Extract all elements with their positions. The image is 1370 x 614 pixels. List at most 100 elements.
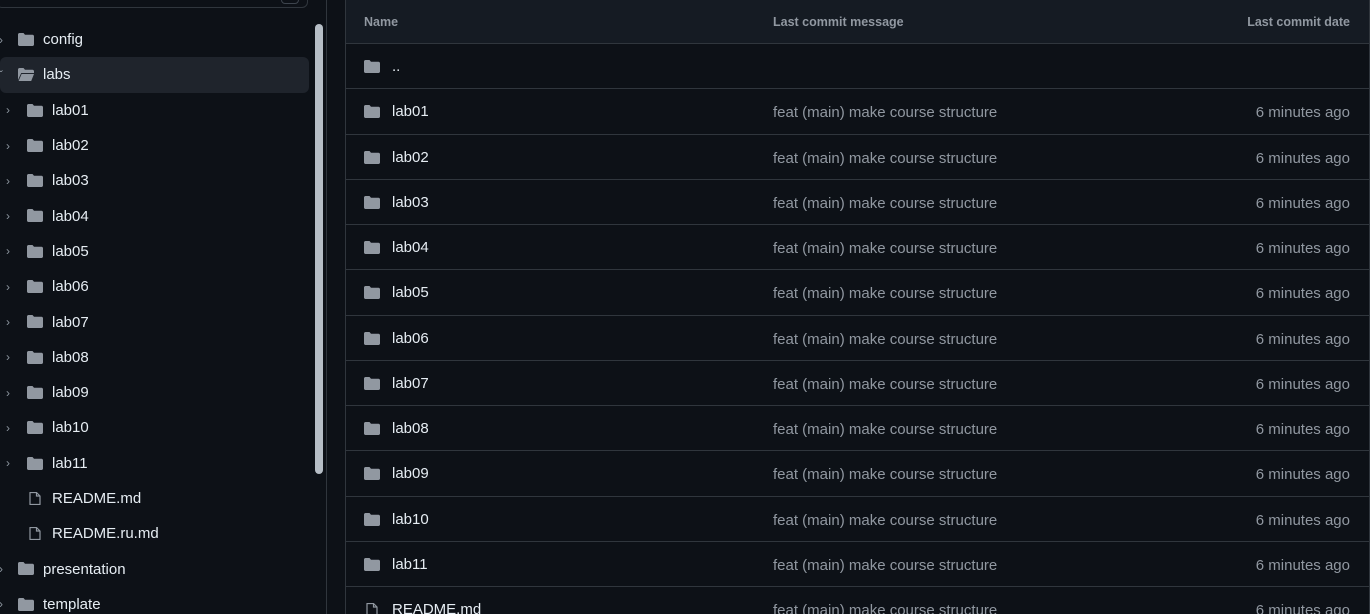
tree-item-lab07[interactable]: › lab07	[0, 304, 310, 339]
file-name-link[interactable]: lab05	[392, 284, 429, 301]
folder-icon	[27, 385, 43, 399]
file-icon	[29, 491, 41, 505]
tree-item-label: lab02	[52, 137, 89, 155]
table-row[interactable]: lab09 feat (main) make course structure 6 …	[346, 451, 1369, 497]
tree-item-readme-ru-md[interactable]: README.ru.md	[0, 516, 310, 551]
chevron-right-icon[interactable]: ›	[3, 457, 13, 469]
tree-item-labs[interactable]: ˇ labs	[0, 57, 309, 93]
tree-item-presentation[interactable]: › presentation	[0, 551, 310, 586]
commit-date: 6 minutes ago	[1255, 330, 1350, 348]
file-name-link[interactable]: lab07	[392, 375, 429, 392]
tree-item-label: lab07	[52, 313, 89, 331]
commit-message-link[interactable]: feat (main) make course structure	[773, 104, 997, 121]
commit-message-link[interactable]: feat (main) make course structure	[773, 195, 997, 212]
file-name-link[interactable]: lab03	[392, 194, 429, 211]
file-icon	[29, 527, 41, 541]
folder-icon	[27, 244, 43, 258]
commit-message-link[interactable]: feat (main) make course structure	[773, 421, 997, 438]
tree-item-label: presentation	[43, 560, 126, 578]
file-icon	[366, 603, 378, 614]
tree-item-lab11[interactable]: › lab11	[0, 446, 310, 481]
chevron-right-icon[interactable]: ›	[3, 387, 13, 399]
tree-item-label: lab11	[52, 454, 88, 472]
file-name-link[interactable]: lab11	[392, 556, 428, 573]
tree-item-lab10[interactable]: › lab10	[0, 410, 310, 445]
table-row[interactable]: lab03 feat (main) make course structure 6 …	[346, 180, 1369, 225]
table-row[interactable]: lab02 feat (main) make course structure 6 …	[346, 135, 1369, 180]
tree-item-readme-md[interactable]: README.md	[0, 481, 310, 516]
column-header-date: Last commit date	[1247, 15, 1350, 29]
tree-item-lab06[interactable]: › lab06	[0, 269, 310, 304]
tree-item-lab05[interactable]: › lab05	[0, 234, 310, 269]
file-name-link[interactable]: lab09	[392, 465, 429, 482]
commit-message-link[interactable]: feat (main) make course structure	[773, 557, 997, 574]
folder-icon	[364, 422, 380, 435]
file-name-link[interactable]: lab04	[392, 239, 429, 256]
table-row[interactable]: lab11 feat (main) make course structure 6 …	[346, 542, 1369, 587]
table-row[interactable]: lab01 feat (main) make course structure 6 …	[346, 89, 1369, 135]
commit-message-link[interactable]: feat (main) make course structure	[773, 240, 997, 257]
commit-message-link[interactable]: feat (main) make course structure	[773, 512, 997, 529]
tree-item-lab01[interactable]: › lab01	[0, 93, 310, 128]
folder-icon	[27, 138, 43, 152]
commit-message-link[interactable]: feat (main) make course structure	[773, 376, 997, 393]
chevron-right-icon[interactable]: ›	[3, 175, 13, 187]
tree-item-config[interactable]: › config	[0, 22, 310, 57]
folder-icon	[364, 150, 380, 164]
file-name-link[interactable]: lab02	[392, 149, 429, 166]
tree-item-lab04[interactable]: › lab04	[0, 198, 310, 233]
commit-message-link[interactable]: feat (main) make course structure	[773, 150, 997, 167]
parent-directory-row[interactable]: ..	[346, 44, 1369, 90]
chevron-down-icon[interactable]: ˇ	[0, 69, 6, 81]
commit-message-link[interactable]: feat (main) make course structure	[773, 331, 997, 348]
chevron-right-icon[interactable]: ›	[3, 140, 13, 152]
commit-date: 6 minutes ago	[1255, 104, 1350, 122]
tree-item-lab08[interactable]: › lab08	[0, 340, 310, 375]
folder-icon	[27, 174, 43, 188]
table-row[interactable]: lab04 feat (main) make course structure 6 …	[346, 225, 1369, 271]
tree-item-lab09[interactable]: › lab09	[0, 375, 310, 410]
chevron-right-icon[interactable]: ›	[0, 34, 6, 46]
folder-icon	[364, 331, 380, 345]
name-cell: lab04	[364, 239, 429, 256]
chevron-right-icon[interactable]: ›	[3, 281, 13, 293]
file-name-link[interactable]: README.md	[392, 601, 481, 614]
folder-icon	[364, 195, 380, 209]
tree-item-template[interactable]: › template	[0, 587, 310, 614]
commit-message-link[interactable]: feat (main) make course structure	[773, 602, 997, 614]
chevron-right-icon[interactable]: ›	[0, 563, 6, 575]
chevron-right-icon[interactable]: ›	[3, 422, 13, 434]
chevron-right-icon[interactable]: ›	[3, 351, 13, 363]
folder-icon	[27, 350, 43, 364]
table-row[interactable]: lab08 feat (main) make course structure 6 …	[346, 406, 1369, 452]
parent-directory-link[interactable]: ..	[392, 58, 400, 75]
file-search-input[interactable]	[0, 0, 308, 8]
folder-icon	[364, 286, 380, 300]
table-row[interactable]: README.md feat (main) make course structu…	[346, 587, 1369, 614]
tree-item-label: lab03	[52, 172, 89, 190]
folder-icon	[364, 241, 380, 254]
file-name-link[interactable]: lab08	[392, 420, 429, 437]
table-row[interactable]: lab06 feat (main) make course structure 6 …	[346, 316, 1369, 361]
chevron-right-icon[interactable]: ›	[3, 210, 13, 222]
name-cell: lab11	[364, 556, 428, 573]
table-row[interactable]: lab10 feat (main) make course structure 6 …	[346, 497, 1369, 542]
sidebar-scrollbar[interactable]	[315, 24, 323, 474]
chevron-right-icon[interactable]: ›	[0, 598, 6, 610]
folder-open-icon	[18, 68, 34, 82]
name-cell: lab10	[364, 511, 429, 528]
tree-item-lab02[interactable]: › lab02	[0, 128, 310, 163]
commit-message-link[interactable]: feat (main) make course structure	[773, 285, 997, 302]
tree-item-lab03[interactable]: › lab03	[0, 163, 310, 198]
file-tree-sidebar: › config ˇ labs › lab01 › lab02 › lab03 › lab04 › lab…	[0, 0, 327, 614]
chevron-right-icon[interactable]: ›	[3, 104, 13, 116]
tree-item-label: lab04	[52, 207, 89, 225]
table-row[interactable]: lab05 feat (main) make course structure 6 …	[346, 270, 1369, 316]
chevron-right-icon[interactable]: ›	[3, 245, 13, 257]
file-name-link[interactable]: lab06	[392, 330, 429, 347]
file-name-link[interactable]: lab01	[392, 103, 429, 120]
table-row[interactable]: lab07 feat (main) make course structure 6 …	[346, 361, 1369, 406]
file-name-link[interactable]: lab10	[392, 511, 429, 528]
chevron-right-icon[interactable]: ›	[3, 316, 13, 328]
commit-message-link[interactable]: feat (main) make course structure	[773, 466, 997, 483]
